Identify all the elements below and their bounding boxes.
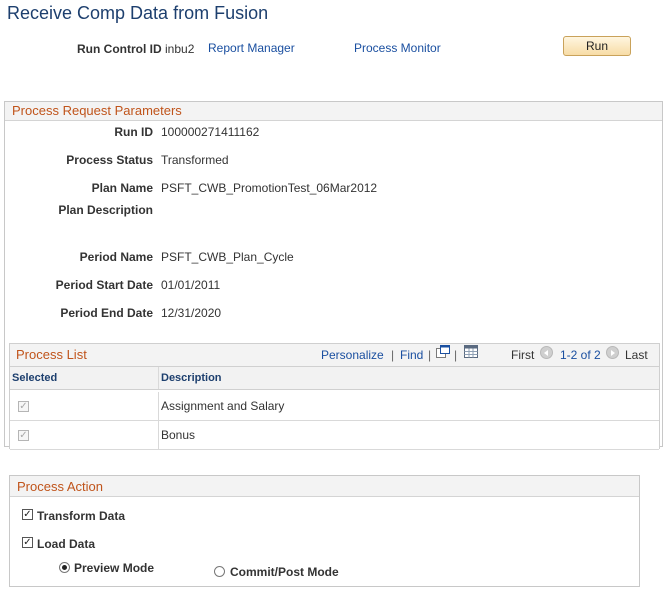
toolbar-separator-2: |	[428, 348, 432, 362]
process-list-title: Process List	[16, 347, 87, 362]
parameters-title: Process Request Parameters	[12, 103, 182, 118]
run-control-id-label: Run Control ID	[77, 42, 162, 56]
previous-row-arrow-icon[interactable]	[540, 346, 553, 359]
transform-data-label: Transform Data	[37, 509, 126, 523]
process-list-column-header: Selected Description	[10, 366, 659, 390]
run-id-label: Run ID	[114, 125, 153, 139]
period-name-value: PSFT_CWB_Plan_Cycle	[161, 250, 294, 264]
preview-mode-radio[interactable]	[59, 562, 70, 573]
selected-column-header: Selected	[12, 372, 58, 384]
load-data-label: Load Data	[37, 537, 96, 551]
period-name-label: Period Name	[79, 250, 153, 264]
toolbar-separator-3: |	[454, 348, 458, 362]
page-title: Receive Comp Data from Fusion	[7, 3, 269, 23]
personalize-link[interactable]: Personalize	[321, 348, 384, 362]
plan-name-label: Plan Name	[91, 181, 153, 195]
period-end-date-value: 12/31/2020	[161, 306, 222, 320]
load-data-checkbox[interactable]: ✓	[22, 537, 33, 548]
transform-data-checkbox[interactable]: ✓	[22, 509, 33, 520]
run-button[interactable]: Run	[563, 36, 631, 56]
run-control-id-value: inbu2	[165, 42, 195, 56]
process-status-label: Process Status	[66, 153, 153, 167]
first-label: First	[511, 348, 535, 362]
commit-post-mode-radio[interactable]	[214, 566, 225, 577]
process-action-title: Process Action	[17, 479, 103, 494]
process-monitor-link[interactable]: Process Monitor	[354, 41, 441, 55]
find-link[interactable]: Find	[400, 348, 423, 362]
new-window-icon[interactable]	[436, 345, 450, 358]
next-row-arrow-icon[interactable]	[606, 346, 619, 359]
row-range-label: 1-2 of 2	[560, 348, 601, 362]
period-end-date-label: Period End Date	[60, 306, 153, 320]
report-manager-link[interactable]: Report Manager	[208, 41, 295, 55]
run-id-value: 100000271411162	[161, 125, 260, 139]
table-row: ✓ Assignment and Salary	[10, 392, 659, 421]
column-divider	[158, 392, 159, 420]
spreadsheet-download-icon[interactable]	[464, 345, 478, 358]
process-status-value: Transformed	[161, 153, 229, 167]
period-start-date-label: Period Start Date	[55, 278, 153, 292]
commit-post-mode-label: Commit/Post Mode	[230, 565, 339, 579]
plan-name-value: PSFT_CWB_PromotionTest_06Mar2012	[161, 181, 378, 195]
row-selected-checkbox[interactable]: ✓	[18, 430, 29, 441]
period-start-date-value: 01/01/2011	[161, 278, 221, 292]
table-row: ✓ Bonus	[10, 421, 659, 450]
row-description: Assignment and Salary	[161, 399, 285, 413]
column-divider	[158, 367, 159, 389]
toolbar-separator: |	[391, 348, 395, 362]
last-label: Last	[625, 348, 648, 362]
process-list-grid: Process List Personalize | Find | | Firs…	[9, 343, 660, 450]
column-divider	[158, 421, 159, 449]
description-column-header: Description	[161, 372, 222, 384]
parameters-header: Process Request Parameters	[5, 102, 662, 121]
row-description: Bonus	[161, 428, 196, 442]
plan-description-label: Plan Description	[58, 203, 153, 217]
preview-mode-label: Preview Mode	[74, 561, 155, 575]
process-action-header: Process Action	[10, 476, 639, 497]
row-selected-checkbox[interactable]: ✓	[18, 401, 29, 412]
